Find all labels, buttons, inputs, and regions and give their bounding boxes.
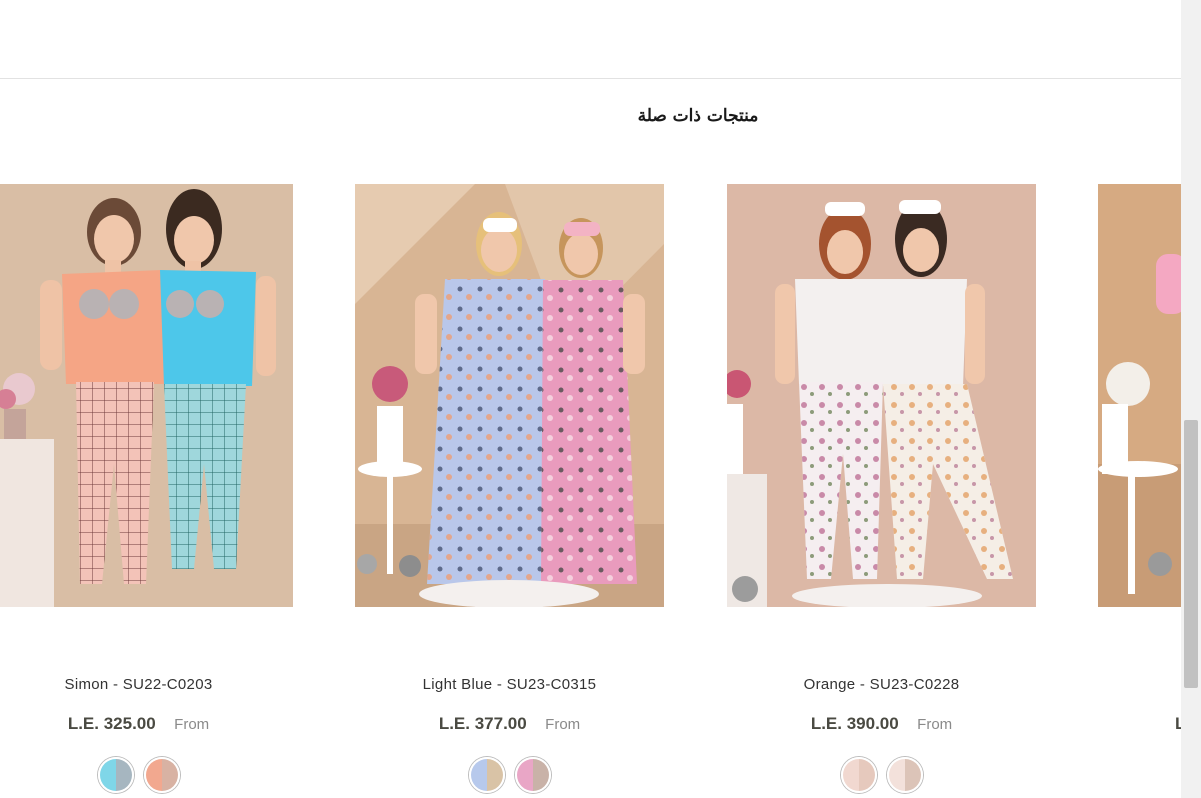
product-name[interactable]: Light Blue - SU23-C0315 — [355, 676, 664, 693]
product-card[interactable]: Simon - SU22-C0203 L.E. 325.00 From — [0, 184, 293, 793]
color-swatches — [0, 757, 293, 793]
product-name[interactable]: Simon - SU22-C0203 — [0, 676, 293, 693]
price-row: L.E. 325.00 From — [0, 714, 293, 734]
scrollbar-thumb[interactable] — [1184, 420, 1198, 688]
product-card[interactable]: L — [1098, 184, 1181, 733]
price-from-label: From — [545, 716, 581, 733]
color-swatch[interactable] — [886, 757, 923, 793]
product-price: L.E. 325.00 — [67, 714, 156, 733]
color-swatch[interactable] — [514, 757, 551, 793]
product-photo-illustration — [1098, 184, 1181, 607]
price-row: L.E. 377.00 From — [355, 714, 664, 734]
product-photo-illustration — [355, 184, 664, 607]
product-image[interactable] — [1098, 184, 1181, 607]
product-image[interactable] — [355, 184, 664, 607]
related-products-carousel: Simon - SU22-C0203 L.E. 325.00 From Ligh… — [0, 0, 1181, 798]
product-card[interactable]: Light Blue - SU23-C0315 L.E. 377.00 From — [355, 184, 664, 793]
price-from-label: From — [917, 716, 953, 733]
product-price: L.E. 377.00 — [438, 714, 527, 733]
product-photo-illustration — [727, 184, 1036, 607]
product-card[interactable]: Orange - SU23-C0228 L.E. 390.00 From — [727, 184, 1036, 793]
color-swatches — [727, 757, 1036, 793]
product-image[interactable] — [727, 184, 1036, 607]
price-row: L.E. 390.00 From — [727, 714, 1036, 734]
color-swatch[interactable] — [468, 757, 505, 793]
product-image[interactable] — [0, 184, 293, 607]
page-scrollbar[interactable] — [1181, 0, 1201, 798]
price-from-label: From — [174, 716, 210, 733]
color-swatches — [355, 757, 664, 793]
color-swatch[interactable] — [143, 757, 180, 793]
product-price: L.E. 390.00 — [810, 714, 899, 733]
product-photo-illustration — [0, 184, 293, 607]
product-name[interactable]: Orange - SU23-C0228 — [727, 676, 1036, 693]
color-swatch[interactable] — [840, 757, 877, 793]
color-swatch[interactable] — [97, 757, 134, 793]
